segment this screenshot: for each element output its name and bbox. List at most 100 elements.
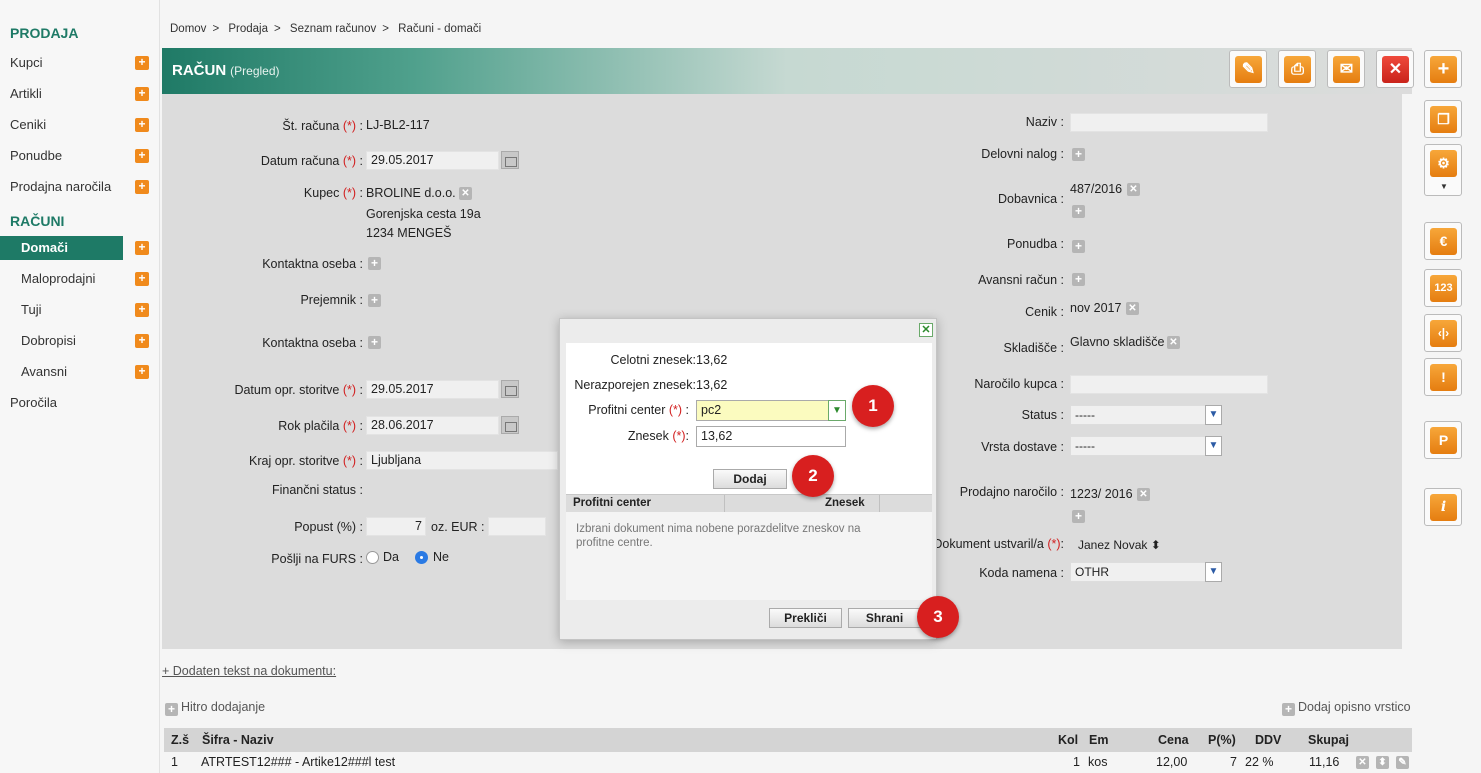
profit-center-dialog: ✕ Celotni znesek: 13,62 Nerazporejen zne… xyxy=(559,318,937,640)
col-skupaj: Skupaj xyxy=(1308,733,1349,747)
sidebar-item-tuji[interactable]: Tuji xyxy=(0,298,150,322)
add-work-order-icon[interactable]: + xyxy=(1072,148,1085,161)
add-contact-icon[interactable]: + xyxy=(368,257,381,270)
furs-da-radio[interactable] xyxy=(366,551,379,564)
furs-ne-radio[interactable] xyxy=(415,551,428,564)
move-row-icon[interactable]: ⬍ xyxy=(1376,756,1389,769)
copy-button[interactable]: ❐ xyxy=(1424,100,1462,138)
furs-label: Pošlji na FURS : xyxy=(271,552,363,566)
sidebar-item-maloprodajni[interactable]: Maloprodajni xyxy=(0,267,150,291)
service-date-field[interactable]: 29.05.2017 xyxy=(366,380,499,399)
delete-button[interactable]: ✕ xyxy=(1376,50,1414,88)
chevron-down-icon: ▼ xyxy=(828,400,846,421)
name-field[interactable] xyxy=(1070,113,1268,132)
breadcrumb-prodaja[interactable]: Prodaja xyxy=(228,23,268,35)
email-button[interactable]: ✉ xyxy=(1327,50,1365,88)
alert-button[interactable]: ! xyxy=(1424,358,1462,396)
breadcrumb-domov[interactable]: Domov xyxy=(170,23,206,35)
row-em: kos xyxy=(1088,755,1108,769)
sidebar-item-domaci[interactable]: Domači xyxy=(0,236,123,260)
calendar-icon[interactable] xyxy=(501,151,519,169)
sidebar-item-ponudbe[interactable]: Ponudbe xyxy=(0,144,150,168)
discount-field[interactable]: 7 xyxy=(366,517,426,536)
code-button[interactable]: ‹|› xyxy=(1424,314,1462,352)
sidebar: PRODAJA Kupci + Artikli + Ceniki + Ponud… xyxy=(0,0,160,773)
section-heading-prodaja: PRODAJA xyxy=(10,25,79,41)
purpose-label: Koda namena : xyxy=(979,566,1064,580)
breadcrumb-seznam[interactable]: Seznam računov xyxy=(290,23,376,35)
added-text-link[interactable]: + Dodaten tekst na dokumentu: xyxy=(162,664,336,678)
delete-row-icon[interactable]: ✕ xyxy=(1356,756,1369,769)
amount-input[interactable]: 13,62 xyxy=(696,426,846,447)
sidebar-item-kupci[interactable]: Kupci xyxy=(0,51,150,75)
furs-da-label: Da xyxy=(383,550,399,564)
status-select[interactable]: ----- ▼ xyxy=(1070,405,1222,425)
save-button[interactable]: Shrani xyxy=(848,608,921,628)
add-kupci-icon[interactable]: + xyxy=(135,56,149,70)
settings-button[interactable]: ⚙ ▼ xyxy=(1424,144,1462,196)
discount-eur-field[interactable] xyxy=(488,517,546,536)
shipping-label: Vrsta dostave : xyxy=(981,440,1064,454)
profit-center-select[interactable]: pc2 ▼ xyxy=(696,400,846,421)
col-cena: Cena xyxy=(1158,733,1189,747)
close-icon: ✕ xyxy=(1382,56,1409,83)
add-tuji-icon[interactable]: + xyxy=(135,303,149,317)
add-ceniki-icon[interactable]: + xyxy=(135,118,149,132)
shipping-select[interactable]: ----- ▼ xyxy=(1070,436,1222,456)
created-by-select[interactable]: Janez Novak ⬍ xyxy=(1078,538,1161,552)
add-offer-icon[interactable]: + xyxy=(1072,240,1085,253)
add-button[interactable]: + xyxy=(1424,50,1462,88)
remove-delivery-icon[interactable]: ✕ xyxy=(1127,183,1140,196)
info-button[interactable]: i xyxy=(1424,488,1462,526)
calendar-icon[interactable] xyxy=(501,416,519,434)
add-avansni-icon[interactable]: + xyxy=(135,365,149,379)
close-icon[interactable]: ✕ xyxy=(919,323,933,337)
sidebar-item-artikli[interactable]: Artikli xyxy=(0,82,150,106)
due-date-label: Rok plačila (*) : xyxy=(278,419,363,433)
add-allocation-button[interactable]: Dodaj xyxy=(713,469,787,489)
add-delivery-icon[interactable]: + xyxy=(1072,205,1085,218)
add-description-row[interactable]: + Dodaj opisno vrstico xyxy=(1282,700,1411,716)
add-contact2-icon[interactable]: + xyxy=(368,336,381,349)
order-field[interactable] xyxy=(1070,375,1268,394)
remove-pricelist-icon[interactable]: ✕ xyxy=(1126,302,1139,315)
numbering-button[interactable]: 123 xyxy=(1424,269,1462,307)
add-sales-order-icon[interactable]: + xyxy=(1072,510,1085,523)
table-row[interactable]: 1 ATRTEST12### - Artike12###l test 1 kos… xyxy=(164,752,1412,773)
remove-warehouse-icon[interactable]: ✕ xyxy=(1167,336,1180,349)
sidebar-item-dobropisi[interactable]: Dobropisi xyxy=(0,329,150,353)
p-icon: P xyxy=(1430,427,1457,454)
quick-add-toggle[interactable]: + Hitro dodajanje xyxy=(165,700,265,716)
sidebar-item-porocila[interactable]: Poročila xyxy=(0,391,150,415)
sidebar-item-avansni[interactable]: Avansni xyxy=(0,360,150,384)
customer-label: Kupec (*) : xyxy=(303,186,363,200)
remove-customer-icon[interactable]: ✕ xyxy=(459,187,472,200)
invoice-date-field[interactable]: 29.05.2017 xyxy=(366,151,499,170)
edit-button[interactable]: ✎ xyxy=(1229,50,1267,88)
remove-sales-order-icon[interactable]: ✕ xyxy=(1137,488,1150,501)
add-advance-icon[interactable]: + xyxy=(1072,273,1085,286)
add-recipient-icon[interactable]: + xyxy=(368,294,381,307)
calendar-icon[interactable] xyxy=(501,380,519,398)
add-domaci-icon[interactable]: + xyxy=(135,241,149,255)
sidebar-item-prodajna-narocila[interactable]: Prodajna naročila xyxy=(0,175,150,199)
add-narocila-icon[interactable]: + xyxy=(135,180,149,194)
total-label: Celotni znesek: xyxy=(610,353,696,367)
print-button[interactable]: ⎙ xyxy=(1278,50,1316,88)
edit-row-icon[interactable]: ✎ xyxy=(1396,756,1409,769)
add-dobropisi-icon[interactable]: + xyxy=(135,334,149,348)
purpose-select[interactable]: OTHR ▼ xyxy=(1070,562,1222,582)
cancel-button[interactable]: Prekliči xyxy=(769,608,842,628)
add-ponudbe-icon[interactable]: + xyxy=(135,149,149,163)
sidebar-item-ceniki[interactable]: Ceniki xyxy=(0,113,150,137)
currency-button[interactable]: € xyxy=(1424,222,1462,260)
add-artikli-icon[interactable]: + xyxy=(135,87,149,101)
pricelist-label: Cenik : xyxy=(1025,305,1064,319)
customer-city: 1234 MENGEŠ xyxy=(366,226,452,240)
add-maloprodajni-icon[interactable]: + xyxy=(135,272,149,286)
col-sifra: Šifra - Naziv xyxy=(202,733,274,747)
place-field[interactable]: Ljubljana xyxy=(366,451,558,470)
due-date-field[interactable]: 28.06.2017 xyxy=(366,416,499,435)
parking-button[interactable]: P xyxy=(1424,421,1462,459)
numbers-icon: 123 xyxy=(1430,275,1457,302)
